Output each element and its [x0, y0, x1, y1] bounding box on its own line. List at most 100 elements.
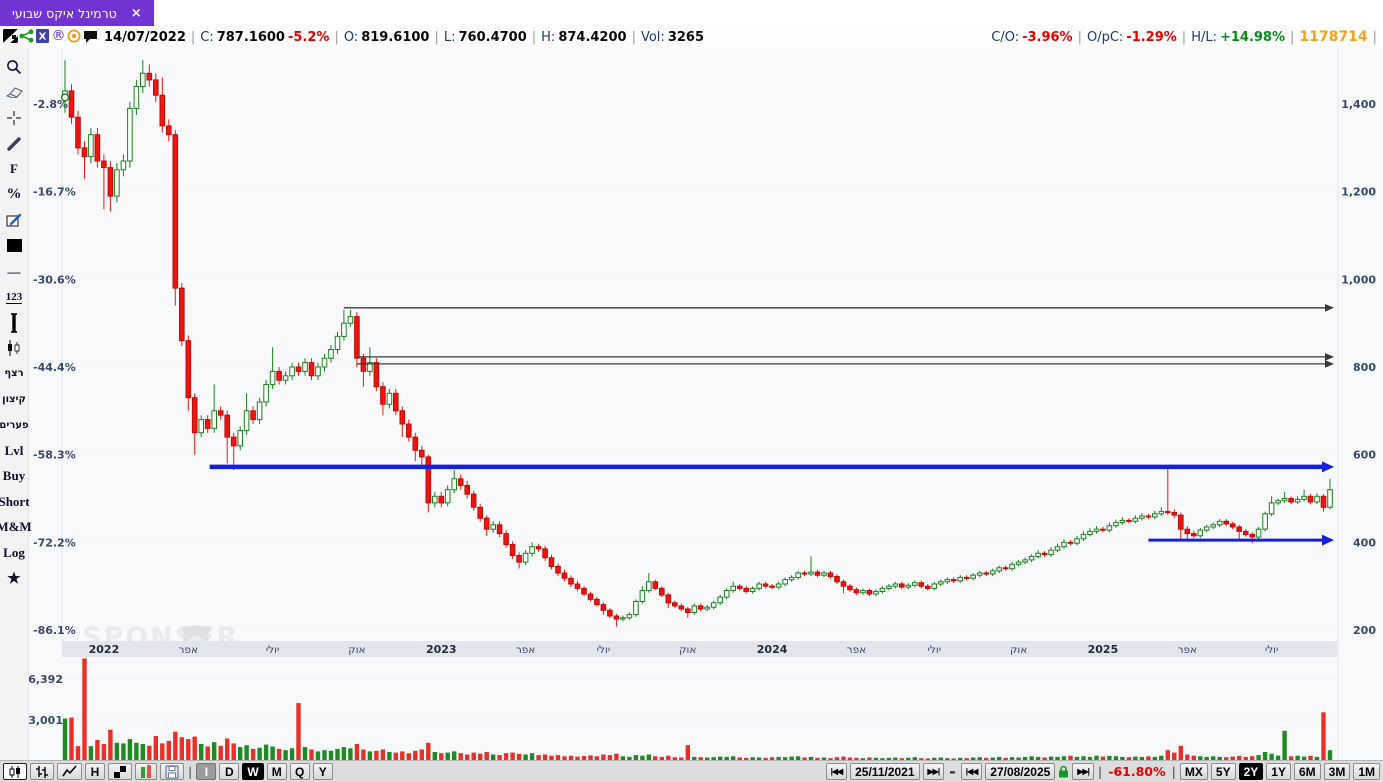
fibonacci-tool-label: F	[10, 161, 18, 177]
close-label: C:	[200, 29, 214, 45]
svg-text:אוק: אוק	[348, 644, 365, 656]
color-swatch-tool[interactable]	[0, 233, 28, 259]
bottom-toolbar: H | I D W M Q Y |◀◀ 25/11/2021 ▶▶| - |◀◀ 27/08/2025 ▶…	[0, 760, 1383, 782]
annotate-tool[interactable]	[0, 208, 28, 234]
log-button[interactable]: Log	[0, 540, 28, 566]
pearim-button-label: פערים	[0, 419, 29, 431]
tools-icon[interactable]	[2, 28, 18, 44]
svg-text:1,000: 1,000	[1341, 273, 1376, 286]
high-value: 874.4200	[558, 29, 627, 45]
quote-info-right: C/O: -3.96% | O/pC: -1.29% | H/L: +14.98…	[991, 29, 1383, 45]
registered-icon[interactable]: ®	[50, 27, 66, 43]
svg-text:600: 600	[1353, 449, 1376, 462]
fibonacci-tool[interactable]: F	[0, 156, 28, 182]
range-6m-button[interactable]: 6M	[1293, 763, 1321, 780]
svg-text:-30.6%: -30.6%	[33, 273, 76, 286]
retzef-button-label: רצף	[4, 368, 24, 380]
range-start-skip-fwd-button[interactable]: ▶▶|	[922, 763, 945, 780]
range-5y-button[interactable]: 5Y	[1210, 763, 1236, 780]
svg-text:400: 400	[1353, 536, 1376, 549]
range-1m-button[interactable]: 1M	[1353, 763, 1380, 780]
pearim-button[interactable]: פערים	[0, 412, 29, 438]
range-end-skip-back-button[interactable]: |◀◀	[960, 763, 983, 780]
info-bar-icons: X ®	[2, 27, 98, 47]
low-label: L:	[443, 29, 456, 45]
tab-terminal-weekly[interactable]: טרמינל איקס שבועי ×	[0, 0, 154, 26]
open-label: O:	[343, 29, 359, 45]
eraser-tool[interactable]	[0, 80, 28, 106]
retzef-button[interactable]: רצף	[0, 361, 28, 387]
range-3m-button[interactable]: 3M	[1323, 763, 1351, 780]
tab-close-icon[interactable]: ×	[131, 7, 142, 20]
separator: |	[434, 29, 439, 45]
volume-colors-button[interactable]	[135, 763, 157, 780]
svg-text:2022: 2022	[89, 643, 120, 656]
co-label: C/O:	[991, 29, 1020, 45]
range-mx-button[interactable]: MX	[1179, 763, 1208, 780]
bar-tool[interactable]	[0, 310, 28, 336]
trading-terminal-app: טרמינל איקס שבועי × X ® 14/07/2022 | C: 7…	[0, 0, 1383, 782]
range-1y-button[interactable]: 1Y	[1266, 763, 1291, 780]
range-2y-button[interactable]: 2Y	[1238, 763, 1264, 780]
separator: |	[1290, 29, 1295, 45]
chart-type-renko-button[interactable]	[108, 763, 132, 780]
range-start-date-button[interactable]: 25/11/2021	[850, 763, 920, 780]
open-marker	[60, 93, 70, 102]
opc-label: O/pC:	[1086, 29, 1124, 45]
svg-text:-86.1%: -86.1%	[33, 624, 76, 637]
range-end-date-button[interactable]: 27/08/2025	[985, 763, 1056, 780]
separator: |	[1181, 29, 1187, 45]
horizontal-line-tool-label: —	[7, 263, 21, 279]
svg-text:1,400: 1,400	[1341, 98, 1376, 111]
excel-export-icon[interactable]: X	[34, 28, 50, 44]
interval-yearly-button[interactable]: Y	[312, 763, 333, 780]
separator: |	[1372, 29, 1377, 45]
separator: |	[1077, 29, 1082, 45]
chat-icon[interactable]	[82, 28, 98, 44]
range-start-skip-back-button[interactable]: |◀◀	[825, 763, 848, 780]
security-id: 1178714	[1299, 29, 1368, 45]
chart-type-candles-button[interactable]	[3, 763, 27, 780]
chart-area: -2.8% 1,400 -16.7% 1,200 -30.6% 1,000 -44.4% 80…	[0, 48, 1383, 760]
lock-icon[interactable]	[1058, 765, 1069, 778]
interval-quarterly-button[interactable]: Q	[289, 763, 310, 780]
favorite-star-icon[interactable]: ★	[0, 566, 28, 592]
range-end-skip-fwd-button[interactable]: ▶▶|	[1072, 763, 1094, 780]
kitzon-button[interactable]: קיצון	[0, 387, 28, 413]
tab-bar: טרמינל איקס שבועי ×	[0, 0, 1383, 26]
interval-i-button[interactable]: I	[196, 763, 217, 780]
chart-type-bars-button[interactable]	[30, 763, 54, 780]
svg-text:אפר: אפר	[847, 644, 867, 656]
quote-info-left: X ® 14/07/2022 | C: 787.1600 -5.2% | O: 8…	[0, 27, 704, 47]
save-button[interactable]	[160, 763, 184, 780]
chart-type-h-button[interactable]: H	[85, 763, 105, 780]
svg-text:יולי: יולי	[928, 644, 942, 656]
candles-tool[interactable]	[0, 336, 28, 362]
numbers-tool[interactable]: 123	[0, 284, 28, 310]
svg-text:2023: 2023	[426, 643, 457, 656]
zoom-search-tool[interactable]	[0, 54, 28, 80]
crosshair-tool[interactable]	[0, 105, 28, 131]
svg-text:אפר: אפר	[178, 644, 198, 656]
mm-button[interactable]: M&M	[0, 515, 32, 541]
svg-text:-58.3%: -58.3%	[33, 449, 76, 462]
percent-tool[interactable]: %	[0, 182, 28, 208]
trendline-tool[interactable]	[0, 131, 28, 157]
chart-type-line-button[interactable]	[57, 763, 82, 780]
hl-value: +14.98%	[1219, 29, 1286, 45]
numbers-tool-label: 123	[5, 290, 23, 304]
short-button[interactable]: Short	[0, 489, 30, 515]
interval-weekly-button[interactable]: W	[242, 763, 264, 780]
horizontal-line-tool[interactable]: —	[0, 259, 28, 285]
share-icon[interactable]	[18, 28, 34, 44]
open-value: 819.6100	[361, 29, 430, 45]
interval-monthly-button[interactable]: M	[266, 763, 287, 780]
lvl-button[interactable]: Lvl	[0, 438, 28, 464]
interval-daily-button[interactable]: D	[219, 763, 240, 780]
close-change: -5.2%	[287, 29, 330, 45]
kitzon-button-label: קיצון	[2, 394, 26, 406]
separator: |	[531, 29, 537, 45]
buy-button[interactable]: Buy	[0, 464, 28, 490]
target-icon[interactable]	[66, 28, 82, 44]
chart-canvas[interactable]: -2.8% 1,400-16.7% 1,200-30.6% 1,000-44.4% 80…	[0, 48, 1383, 760]
